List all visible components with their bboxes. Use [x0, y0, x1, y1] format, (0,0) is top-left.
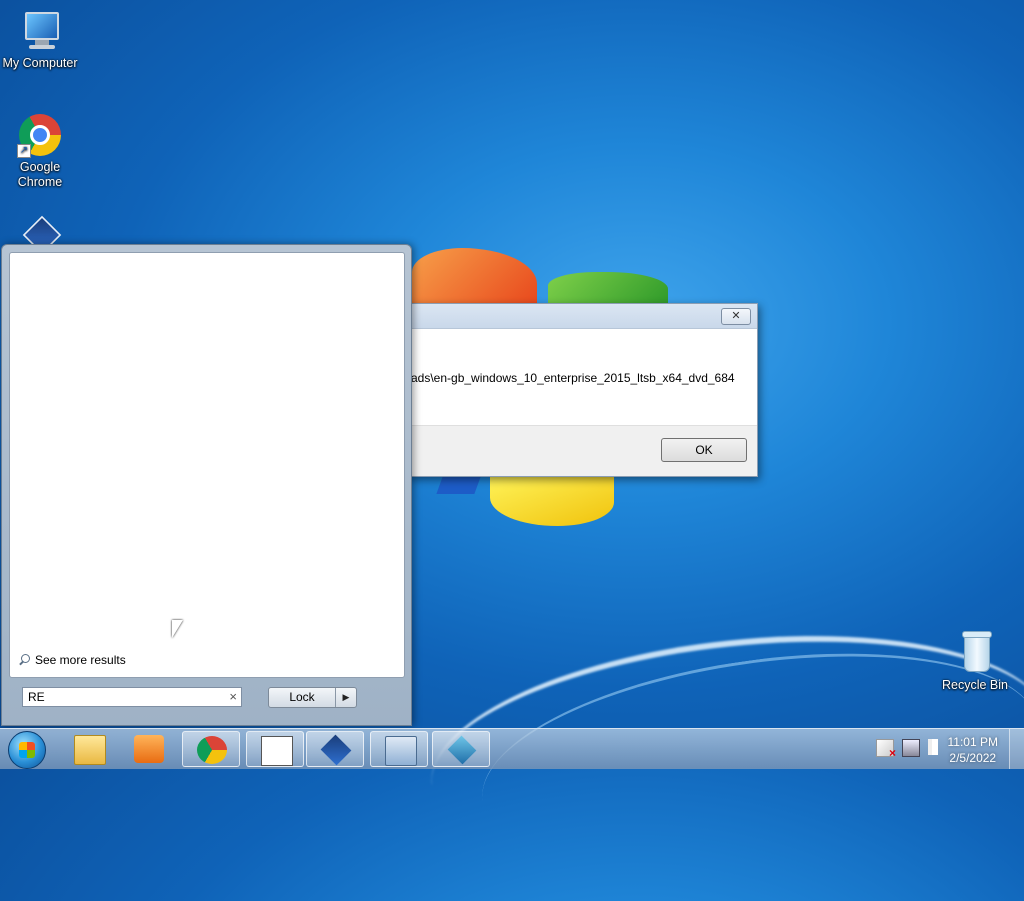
start-button[interactable] — [8, 731, 46, 769]
network-icon[interactable] — [902, 739, 920, 757]
show-desktop-button[interactable] — [1009, 729, 1024, 769]
chrome-icon — [197, 736, 227, 764]
shortcut-arrow-icon: ↗ — [17, 144, 31, 158]
clock-date: 2/5/2022 — [949, 751, 997, 765]
taskbar: 11:01 PM 2/5/2022 — [0, 728, 1024, 769]
explorer-icon — [74, 735, 106, 765]
regedit-icon — [447, 735, 477, 765]
taskbar-chrome[interactable] — [182, 731, 240, 767]
lock-button[interactable]: Lock — [269, 688, 335, 707]
desktop-icon-label: My Computer — [2, 56, 78, 70]
desktop-icon-my-computer[interactable]: My Computer — [0, 8, 80, 71]
lock-split-button: Lock ▶ — [268, 687, 357, 708]
action-center-flag-icon[interactable] — [876, 739, 896, 760]
virtualbox-icon — [320, 734, 352, 766]
close-icon: ✕ — [731, 310, 741, 322]
taskbar-notepadpp[interactable] — [246, 731, 304, 767]
remote-desktop-icon — [385, 736, 417, 766]
taskbar-virtualbox[interactable] — [306, 731, 364, 767]
search-results-pane: See more results — [9, 252, 405, 678]
start-menu: See more results × Lock ▶ — [1, 244, 412, 726]
desktop-icon-google-chrome[interactable]: ↗ Google Chrome — [0, 112, 80, 190]
media-player-icon — [134, 735, 164, 763]
computer-icon — [17, 8, 63, 54]
wallpaper-logo-yellow — [490, 474, 614, 526]
wallpaper-logo-red — [412, 248, 537, 308]
clear-search-icon[interactable]: × — [229, 690, 237, 704]
wallpaper-logo-blue — [436, 474, 482, 494]
taskbar-explorer[interactable] — [60, 731, 118, 767]
taskbar-media-player[interactable] — [120, 731, 178, 767]
recycle-bin-icon — [952, 630, 998, 676]
see-more-results-link[interactable]: See more results — [18, 653, 126, 667]
ok-button[interactable]: OK — [661, 438, 747, 462]
volume-icon[interactable] — [928, 739, 944, 755]
chrome-icon: ↗ — [17, 112, 63, 158]
desktop-icon-label: Google Chrome — [17, 160, 63, 189]
mouse-cursor-icon — [172, 620, 183, 638]
search-icon — [18, 654, 30, 666]
taskbar-remote-desktop[interactable] — [370, 731, 428, 767]
start-search-input[interactable] — [23, 688, 218, 706]
dialog-footer: OK — [409, 425, 757, 476]
clock-time: 11:01 PM — [947, 735, 998, 749]
close-button[interactable]: ✕ — [721, 308, 751, 325]
desktop-icon-label: Recycle Bin — [942, 678, 1008, 692]
clock[interactable]: 11:01 PM 2/5/2022 — [948, 734, 998, 766]
dialog-message: ads\en-gb_windows_10_enterprise_2015_lts… — [411, 371, 735, 385]
message-dialog: ✕ ads\en-gb_windows_10_enterprise_2015_l… — [408, 303, 758, 477]
notepadpp-icon — [261, 736, 293, 766]
wallpaper-logo-green — [548, 272, 668, 306]
dialog-titlebar[interactable]: ✕ — [409, 304, 757, 329]
desktop-icon-recycle-bin[interactable]: Recycle Bin — [935, 630, 1015, 693]
start-search-box[interactable]: × — [22, 687, 242, 707]
dialog-body: ads\en-gb_windows_10_enterprise_2015_lts… — [409, 329, 757, 425]
notification-area — [876, 739, 944, 760]
power-options-arrow-icon[interactable]: ▶ — [335, 688, 356, 707]
windows-logo-icon — [19, 742, 35, 758]
see-more-results-label: See more results — [35, 653, 126, 667]
taskbar-regedit[interactable] — [432, 731, 490, 767]
